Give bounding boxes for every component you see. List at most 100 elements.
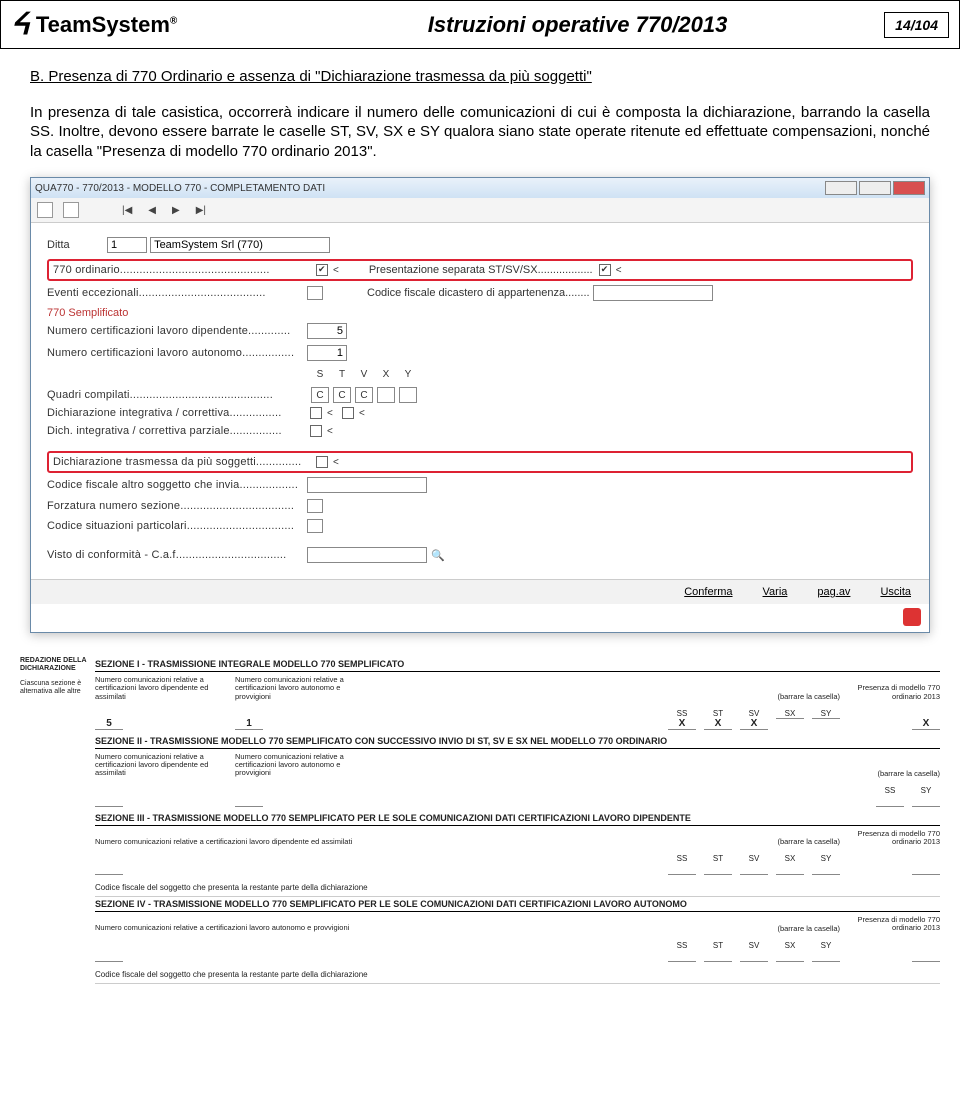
action-bar: Conferma Varia pag.av Uscita	[31, 579, 929, 604]
sec1-presenza: X	[912, 718, 940, 730]
eventi-label: Eventi eccezionali......................…	[47, 287, 307, 299]
sec4-presenza	[912, 950, 940, 962]
nav-next-icon[interactable]: ▶	[169, 205, 183, 216]
pagav-button[interactable]: pag.av	[817, 586, 850, 598]
sec3-line: Numero comunicazioni relative a certific…	[95, 838, 365, 846]
ditta-code-input[interactable]	[107, 237, 147, 253]
visto-input[interactable]	[307, 547, 427, 563]
brand-name: TeamSystem®	[36, 12, 177, 38]
close-button[interactable]	[893, 181, 925, 195]
exit-icon[interactable]	[903, 608, 921, 626]
sec1-sv: X	[740, 718, 768, 730]
forzatura-label: Forzatura numero sezione................…	[47, 500, 307, 512]
trasmessa-checkbox[interactable]	[316, 456, 328, 468]
presentazione-separata-label: Presentazione separata ST/SV/SX.........…	[369, 264, 593, 276]
col-header: V	[355, 367, 373, 383]
ditta-name-input[interactable]	[150, 237, 330, 253]
dich-integ-parz-checkbox[interactable]	[310, 425, 322, 437]
presentazione-separata-checkbox[interactable]	[599, 264, 611, 276]
search-icon[interactable]: 🔍	[431, 549, 445, 562]
codsit-label: Codice situazioni particolari...........…	[47, 520, 307, 532]
sec4-value	[95, 950, 123, 962]
redazione-side-label: REDAZIONE DELLA DICHIARAZIONE Ciascuna s…	[20, 657, 90, 695]
toolbar-icon[interactable]	[63, 202, 79, 218]
clause-cf-1: Codice fiscale del soggetto che presenta…	[95, 879, 940, 897]
sezione-1-title: SEZIONE I - TRASMISSIONE INTEGRALE MODEL…	[95, 657, 940, 672]
conferma-button[interactable]: Conferma	[684, 586, 732, 598]
minimize-button[interactable]	[825, 181, 857, 195]
dich-integrativa-label: Dichiarazione integrativa / correttiva..…	[47, 407, 307, 419]
section-heading: B. Presenza di 770 Ordinario e assenza d…	[30, 67, 930, 87]
num-cert-dip-input[interactable]	[307, 323, 347, 339]
dich-integrativa-checkbox[interactable]	[310, 407, 322, 419]
num-cert-aut-input[interactable]	[307, 345, 347, 361]
codfis-dicastero-input[interactable]	[593, 285, 713, 301]
sec1-aut-value: 1	[235, 718, 263, 730]
quadro-cell[interactable]	[377, 387, 395, 403]
nav-prev-icon[interactable]: ◀	[145, 205, 159, 216]
trasmessa-label: Dichiarazione trasmessa da più soggetti.…	[53, 456, 313, 468]
num-com-dip-label: Numero comunicazioni relative a certific…	[95, 676, 225, 701]
num-com-aut-label: Numero comunicazioni relative a certific…	[235, 676, 365, 701]
sec2-sy	[912, 795, 940, 807]
codfis-altro-input[interactable]	[307, 477, 427, 493]
col-header: X	[377, 367, 395, 383]
col-header: Y	[399, 367, 417, 383]
quadro-cell[interactable]: C	[355, 387, 373, 403]
nav-last-icon[interactable]: ▶|	[193, 205, 209, 216]
nav-first-icon[interactable]: |◀	[119, 205, 135, 216]
dich-integ-parz-label: Dich. integrativa / correttiva parziale.…	[47, 425, 307, 437]
barrare-label: (barrare la casella)	[700, 692, 840, 701]
sec1-dip-value: 5	[95, 718, 123, 730]
sec2-aut-value	[235, 795, 263, 807]
quadro-cell[interactable]: C	[311, 387, 329, 403]
form-panel: Ditta 770 ordinario.....................…	[31, 223, 929, 579]
sec1-st: X	[704, 718, 732, 730]
dich-integrativa-checkbox-2[interactable]	[342, 407, 354, 419]
codsit-input[interactable]	[307, 519, 323, 533]
num-cert-dip-label: Numero certificazioni lavoro dipendente.…	[47, 325, 307, 337]
quadri-label: Quadri compilati........................…	[47, 389, 307, 401]
ditta-label: Ditta	[47, 239, 107, 251]
official-form: REDAZIONE DELLA DICHIARAZIONE Ciascuna s…	[20, 657, 940, 984]
sec1-ss: X	[668, 718, 696, 730]
highlight-trasmessa-row: Dichiarazione trasmessa da più soggetti.…	[47, 451, 913, 473]
sec2-ss	[876, 795, 904, 807]
eventi-input[interactable]	[307, 286, 323, 300]
quadro-cell[interactable]	[399, 387, 417, 403]
codfis-altro-label: Codice fiscale altro soggetto che invia.…	[47, 479, 307, 491]
document-title: Istruzioni operative 770/2013	[271, 12, 884, 38]
page-header: ᔦ TeamSystem® Istruzioni operative 770/2…	[0, 0, 960, 49]
highlight-ordinario-row: 770 ordinario...........................…	[47, 259, 913, 281]
visto-label: Visto di conformità - C.a.f.............…	[47, 549, 307, 561]
num-cert-aut-label: Numero certificazioni lavoro autonomo...…	[47, 347, 307, 359]
presenza-modello-label: Presenza di modello 770 ordinario 2013	[850, 684, 940, 701]
codfis-dicastero-label: Codice fiscale dicastero di appartenenza…	[367, 287, 590, 299]
sec1-sx	[776, 718, 804, 719]
sec1-sy	[812, 718, 840, 719]
page-number: 14/104	[884, 12, 949, 38]
sezione-3-title: SEZIONE III - TRASMISSIONE MODELLO 770 S…	[95, 811, 940, 826]
window-titlebar: QUA770 - 770/2013 - MODELLO 770 - COMPLE…	[31, 178, 929, 198]
sezione-4-title: SEZIONE IV - TRASMISSIONE MODELLO 770 SE…	[95, 897, 940, 912]
app-window: QUA770 - 770/2013 - MODELLO 770 - COMPLE…	[30, 177, 930, 633]
instruction-paragraph: In presenza di tale casistica, occorrerà…	[30, 103, 930, 162]
clause-cf-2: Codice fiscale del soggetto che presenta…	[95, 966, 940, 984]
uscita-button[interactable]: Uscita	[880, 586, 911, 598]
toolbar-icon[interactable]	[37, 202, 53, 218]
col-header: S	[311, 367, 329, 383]
ordinario-label: 770 ordinario...........................…	[53, 264, 313, 276]
app-toolbar: |◀ ◀ ▶ ▶|	[31, 198, 929, 223]
brand-logo: ᔦ TeamSystem®	[11, 7, 271, 42]
semplificato-heading: 770 Semplificato	[47, 307, 913, 319]
logo-glyph: ᔦ	[11, 7, 30, 42]
varia-button[interactable]: Varia	[763, 586, 788, 598]
sec2-dip-value	[95, 795, 123, 807]
sec3-value	[95, 863, 123, 875]
window-title: QUA770 - 770/2013 - MODELLO 770 - COMPLE…	[35, 183, 325, 194]
quadro-cell[interactable]: C	[333, 387, 351, 403]
maximize-button[interactable]	[859, 181, 891, 195]
sezione-2-title: SEZIONE II - TRASMISSIONE MODELLO 770 SE…	[95, 734, 940, 749]
ordinario-checkbox[interactable]	[316, 264, 328, 276]
forzatura-input[interactable]	[307, 499, 323, 513]
